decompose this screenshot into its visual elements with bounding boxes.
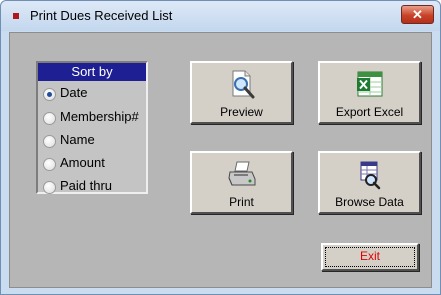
radio-membership[interactable] (43, 112, 56, 125)
sort-option-label: Name (60, 132, 95, 147)
sort-option-label: Amount (60, 155, 105, 170)
radio-amount[interactable] (43, 158, 56, 171)
browse-data-label: Browse Data (335, 195, 404, 209)
sort-option-date[interactable]: Date (43, 84, 147, 104)
print-button[interactable]: Print (190, 151, 293, 214)
printer-icon (228, 161, 256, 186)
sort-by-header: Sort by (38, 63, 146, 81)
exit-label: Exit (359, 249, 380, 263)
exit-button[interactable]: Exit (321, 243, 419, 271)
radio-paid-thru[interactable] (43, 181, 56, 194)
app-icon (13, 13, 19, 19)
dialog-window: Print Dues Received List ✕ Sort by Date … (0, 0, 441, 295)
excel-icon (357, 71, 383, 97)
close-icon: ✕ (412, 7, 423, 22)
radio-date[interactable] (43, 88, 56, 101)
sort-by-group: Sort by Date Membership# Name Amount Pai… (36, 61, 148, 194)
sort-option-membership[interactable]: Membership# (43, 108, 147, 128)
browse-data-icon (360, 161, 381, 190)
export-excel-button[interactable]: Export Excel (318, 61, 421, 124)
preview-label: Preview (220, 105, 263, 119)
title-bar[interactable]: Print Dues Received List ✕ (1, 1, 440, 31)
preview-button[interactable]: Preview (190, 61, 293, 124)
window-title: Print Dues Received List (30, 8, 173, 23)
preview-icon (232, 70, 255, 99)
sort-option-amount[interactable]: Amount (43, 154, 147, 174)
close-button[interactable]: ✕ (401, 5, 434, 24)
radio-name[interactable] (43, 135, 56, 148)
export-excel-label: Export Excel (335, 105, 404, 119)
sort-option-label: Date (60, 85, 88, 100)
dialog-body: Sort by Date Membership# Name Amount Pai… (9, 32, 432, 288)
browse-data-button[interactable]: Browse Data (318, 151, 421, 214)
sort-option-label: Paid thru (60, 178, 113, 193)
sort-option-name[interactable]: Name (43, 131, 147, 151)
sort-option-label: Membership# (60, 109, 139, 124)
sort-option-paid-thru[interactable]: Paid thru (43, 177, 147, 197)
print-label: Print (229, 195, 254, 209)
